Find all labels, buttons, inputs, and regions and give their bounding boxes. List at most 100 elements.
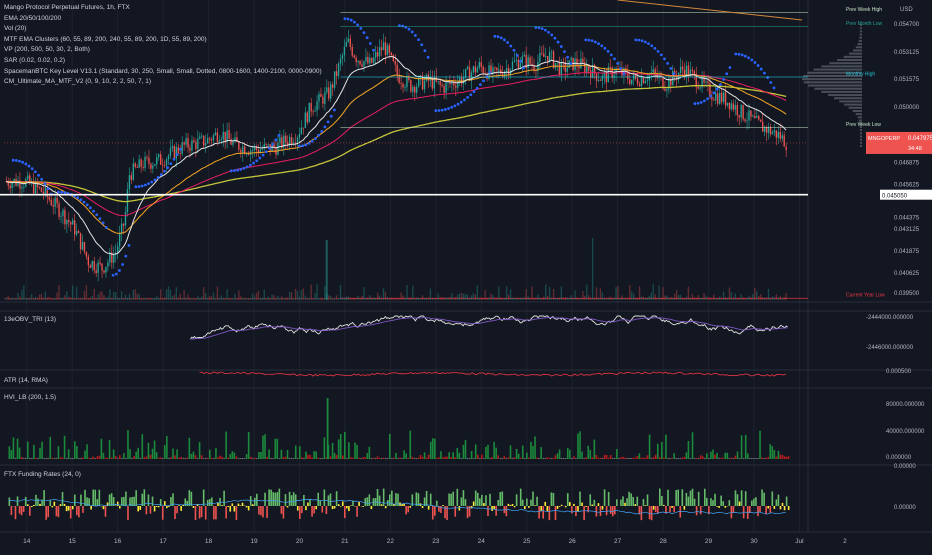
pane-label-obv[interactable]: 13eOBV_TRI (13): [4, 316, 56, 323]
volume-bar: [780, 296, 781, 300]
volume-bar: [84, 291, 85, 300]
funding-bar: [463, 490, 465, 506]
sar-dot: [734, 53, 737, 56]
volume-bar: [80, 298, 81, 300]
candle-body: [41, 188, 42, 192]
pane-label-atr[interactable]: ATR (14, RMA): [4, 377, 48, 384]
funding-bar: [193, 506, 195, 508]
hvi-bar: [614, 458, 616, 459]
hvi-bar: [434, 439, 436, 459]
hvi-bar: [549, 458, 551, 459]
sar-dot: [278, 134, 281, 137]
candle-body: [713, 100, 714, 101]
volume-bar: [160, 289, 161, 300]
funding-bar: [551, 492, 553, 506]
funding-bar: [58, 506, 60, 517]
legend-vol[interactable]: Vol (20): [4, 24, 322, 35]
legend-mtf-ema[interactable]: MTF EMA Clusters (60, 55, 89, 200, 240, …: [4, 35, 322, 46]
volume-bar: [142, 298, 143, 300]
candle-body: [445, 83, 446, 93]
hvi-bar: [78, 458, 80, 459]
volume-bar: [469, 298, 470, 300]
volume-profile-bar: [860, 132, 862, 134]
pane-label-ftx[interactable]: FTX Funding Rates (24, 0): [4, 471, 81, 478]
legend-key-level[interactable]: SpacemanBTC Key Level V13.1 (Standard, 3…: [4, 67, 322, 78]
volume-bar: [508, 294, 509, 300]
funding-bar: [60, 504, 62, 506]
legend-symbol[interactable]: Mango Protocol Perpetual Futures, 1h, FT…: [4, 3, 322, 14]
hvi-bar: [416, 458, 418, 459]
volume-bar: [711, 298, 712, 300]
legend-sar[interactable]: SAR (0.02, 0.02, 0.2): [4, 56, 322, 67]
funding-bar: [700, 506, 702, 514]
legend-vp[interactable]: VP (200, 500, 50, 30, 2, Both): [4, 45, 322, 56]
hvi-tick-label: 40000.000000: [886, 429, 925, 435]
funding-bar: [606, 506, 608, 515]
candle-body: [498, 69, 499, 70]
hvi-bar: [743, 458, 745, 459]
candle-body: [43, 192, 44, 194]
volume-bar: [318, 298, 319, 300]
funding-bar: [364, 498, 366, 506]
legend-ema[interactable]: EMA 20/50/100/200: [4, 14, 322, 25]
funding-bar: [532, 492, 534, 506]
hvi-bar: [117, 458, 119, 459]
volume-bar: [408, 298, 409, 300]
sar-dot: [476, 87, 479, 90]
sar-dot: [79, 198, 82, 201]
volume-bar: [582, 291, 583, 300]
funding-bar: [174, 506, 176, 519]
pane-label-hvi[interactable]: HVI_LB (200, 1.5): [4, 394, 56, 401]
funding-bar: [780, 506, 782, 509]
hvi-bar: [780, 455, 782, 459]
candle-body: [381, 47, 382, 50]
hvi-bar: [469, 458, 471, 459]
candle-body: [88, 257, 89, 266]
hvi-bar: [137, 448, 139, 459]
hvi-bar: [397, 458, 399, 459]
funding-bar: [465, 499, 467, 506]
volume-bar: [54, 298, 55, 300]
candle-body: [541, 53, 542, 54]
sar-dot: [563, 50, 566, 53]
candle-body: [80, 233, 81, 249]
candle-body: [289, 137, 290, 145]
volume-profile-bar: [821, 65, 862, 67]
hvi-bar: [291, 458, 293, 459]
funding-bar: [579, 492, 581, 506]
hvi-bar: [373, 458, 375, 459]
hvi-bar: [528, 458, 530, 459]
hvi-bar: [336, 455, 338, 459]
candle-body: [203, 136, 204, 146]
hvi-bar: [589, 450, 591, 459]
funding-bar: [679, 506, 681, 518]
funding-bar: [105, 506, 107, 517]
funding-bar: [162, 506, 164, 520]
sar-dot: [454, 104, 457, 107]
hvi-bar: [356, 445, 358, 459]
candle-body: [520, 63, 521, 68]
hvi-bar: [786, 457, 788, 459]
hvi-bar: [641, 458, 643, 459]
volume-bar: [613, 298, 614, 300]
volume-bar: [694, 297, 695, 300]
hvi-bar: [765, 458, 767, 459]
funding-bar: [526, 499, 528, 506]
funding-bar: [753, 499, 755, 506]
candle-body: [166, 159, 167, 165]
volume-bar: [680, 295, 681, 300]
funding-bar: [389, 494, 391, 506]
candle-body: [97, 262, 98, 273]
volume-bar: [82, 298, 83, 300]
legend-cm-ma[interactable]: CM_Ultimate_MA_MTF_V2 (0, 9, 10, 2, 2, 5…: [4, 77, 322, 88]
volume-bar: [654, 294, 655, 300]
candle-body: [586, 67, 587, 73]
funding-bar: [227, 506, 229, 507]
hvi-bar: [250, 457, 252, 459]
volume-bar: [320, 298, 321, 300]
candle-body: [694, 71, 695, 74]
volume-bar: [23, 285, 24, 300]
volume-bar: [35, 297, 36, 300]
volume-bar: [217, 287, 218, 300]
hvi-bar: [319, 458, 321, 459]
